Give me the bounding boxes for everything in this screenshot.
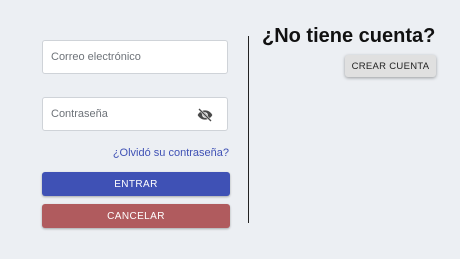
password-input[interactable] (51, 98, 191, 130)
enter-button[interactable]: ENTRAR (42, 172, 230, 196)
password-field[interactable] (42, 97, 228, 131)
email-input[interactable] (51, 41, 191, 73)
eye-off-icon[interactable] (197, 108, 213, 122)
signup-title: ¿No tiene cuenta? (262, 25, 436, 47)
vertical-divider (248, 36, 249, 223)
email-field[interactable] (42, 40, 228, 74)
create-account-button[interactable]: CREAR CUENTA (345, 55, 436, 77)
cancel-button[interactable]: CANCELAR (42, 204, 230, 228)
forgot-password-link[interactable]: ¿Olvidó su contraseña? (113, 147, 229, 159)
